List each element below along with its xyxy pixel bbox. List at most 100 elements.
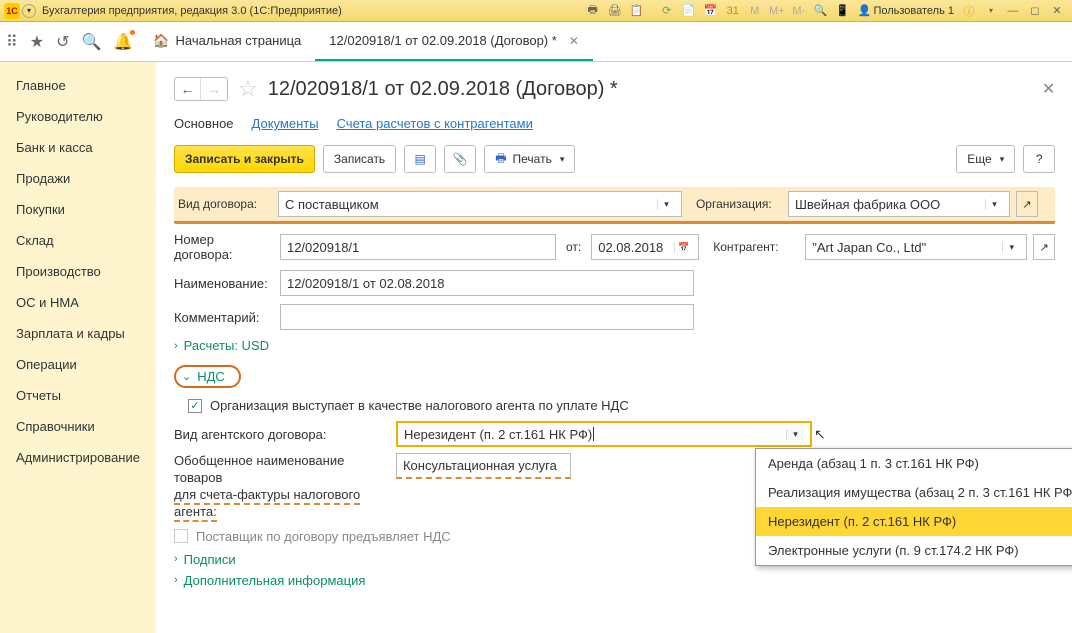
chevron-down-icon[interactable]: ▾ (657, 199, 675, 210)
info-icon[interactable]: ⓘ (960, 2, 978, 20)
sidebar-item-7[interactable]: ОС и НМА (0, 287, 156, 318)
sidebar-item-3[interactable]: Продажи (0, 163, 156, 194)
history-icon[interactable]: ↺ (56, 32, 69, 52)
close-window-icon[interactable]: ✕ (1048, 2, 1066, 20)
m-plus-icon[interactable]: M+ (768, 2, 786, 20)
name-field[interactable]: 12/020918/1 от 02.08.2018 (280, 270, 694, 296)
bell-icon[interactable]: 🔔 (113, 32, 133, 52)
app-title: Бухгалтерия предприятия, редакция 3.0 (1… (42, 5, 342, 17)
org-field[interactable]: Швейная фабрика ООО ▾ (788, 191, 1010, 217)
user-menu[interactable]: 👤 Пользователь 1 (858, 4, 954, 17)
tab-document[interactable]: 12/020918/1 от 02.09.2018 (Договор) * ✕ (315, 22, 593, 61)
calendar-icon[interactable]: 📅 (702, 2, 720, 20)
star-icon[interactable]: ★ (30, 32, 44, 52)
tab-close-icon[interactable]: ✕ (569, 34, 579, 48)
search-icon[interactable]: 🔍 (81, 32, 101, 52)
attach-button[interactable]: 📎 (444, 145, 476, 173)
dropdown-option-1[interactable]: Реализация имущества (абзац 2 п. 3 ст.16… (756, 478, 1072, 507)
sidebar-item-1[interactable]: Руководителю (0, 101, 156, 132)
save-close-button[interactable]: Записать и закрыть (174, 145, 315, 173)
dropdown-option-0[interactable]: Аренда (абзац 1 п. 3 ст.161 НК РФ) (756, 449, 1072, 478)
tab-home[interactable]: 🏠 Начальная страница (139, 22, 315, 61)
nav-back-button[interactable]: ← (175, 78, 201, 100)
clipboard-icon[interactable]: 📋 (628, 2, 646, 20)
number-value: 12/020918/1 (287, 240, 359, 255)
chevron-down-icon[interactable]: ▾ (1002, 242, 1020, 253)
agent-type-field[interactable]: Нерезидент (п. 2 ст.161 НК РФ) ▾ (396, 421, 812, 447)
document-icon: ▤ (415, 152, 426, 166)
sidebar-item-5[interactable]: Склад (0, 225, 156, 256)
agent-type-value: Нерезидент (п. 2 ст.161 НК РФ) (404, 427, 592, 442)
chevron-right-icon: › (174, 553, 178, 565)
subnav-docs[interactable]: Документы (252, 116, 319, 131)
tax-agent-checkbox-row[interactable]: ✓ Организация выступает в качестве налог… (188, 398, 1055, 413)
date-icon[interactable]: 31 (724, 2, 742, 20)
section-additional[interactable]: › Дополнительная информация (174, 573, 1055, 588)
app-logo: 1С (4, 3, 20, 19)
sidebar-item-9[interactable]: Операции (0, 349, 156, 380)
print-button[interactable]: 🖶Печать▾ (484, 145, 575, 173)
help-button[interactable]: ? (1023, 145, 1055, 173)
close-page-icon[interactable]: ✕ (1042, 79, 1055, 99)
dropdown-option-3[interactable]: Электронные услуги (п. 9 ст.174.2 НК РФ) (756, 536, 1072, 565)
sidebar-item-11[interactable]: Справочники (0, 411, 156, 442)
org-value: Швейная фабрика ООО (795, 197, 940, 212)
number-label: Номер договора: (174, 232, 274, 262)
maximize-icon[interactable]: ◻ (1026, 2, 1044, 20)
favorite-star-icon[interactable]: ☆ (238, 76, 258, 102)
subnav-main[interactable]: Основное (174, 116, 234, 131)
org-open-button[interactable]: ↗ (1016, 191, 1038, 217)
counterparty-open-button[interactable]: ↗ (1033, 234, 1055, 260)
calendar-icon[interactable]: 📅 (674, 242, 692, 253)
sidebar-item-6[interactable]: Производство (0, 256, 156, 287)
sidebar-item-8[interactable]: Зарплата и кадры (0, 318, 156, 349)
info-dropdown-icon[interactable]: ▾ (982, 2, 1000, 20)
subnav: Основное Документы Счета расчетов с конт… (174, 116, 1055, 131)
m-minus-icon[interactable]: M- (790, 2, 808, 20)
dropdown-option-2[interactable]: Нерезидент (п. 2 ст.161 НК РФ) (756, 507, 1072, 536)
section-vat[interactable]: ⌄ НДС (174, 365, 241, 388)
comment-field[interactable] (280, 304, 694, 330)
chevron-down-icon[interactable]: ▾ (786, 429, 804, 440)
nav-forward-button[interactable]: → (201, 78, 227, 100)
doc1-icon[interactable]: 📄 (680, 2, 698, 20)
calc-icon[interactable]: 📱 (834, 2, 852, 20)
supplier-vat-label: Поставщик по договору предъявляет НДС (196, 529, 451, 544)
counterparty-field[interactable]: "Art Japan Co., Ltd" ▾ (805, 234, 1027, 260)
sidebar-item-4[interactable]: Покупки (0, 194, 156, 225)
apps-icon[interactable]: ⠿ (6, 32, 18, 52)
refresh-icon[interactable]: ⟳ (658, 2, 676, 20)
minimize-icon[interactable]: ― (1004, 2, 1022, 20)
save-button[interactable]: Записать (323, 145, 396, 173)
home-icon: 🏠 (153, 33, 169, 49)
sidebar-item-2[interactable]: Банк и касса (0, 132, 156, 163)
contract-type-field[interactable]: С поставщиком ▾ (278, 191, 682, 217)
chevron-right-icon: › (174, 340, 178, 352)
generic-name-field[interactable]: Консультационная услуга (396, 453, 571, 479)
checkbox-checked-icon[interactable]: ✓ (188, 399, 202, 413)
zoom-icon[interactable]: 🔍 (812, 2, 830, 20)
sidebar: Главное Руководителю Банк и касса Продаж… (0, 62, 156, 633)
chevron-down-icon: ⌄ (182, 370, 191, 383)
date-field[interactable]: 02.08.2018 📅 (591, 234, 699, 260)
section-settlements[interactable]: › Расчеты: USD (174, 338, 1055, 353)
more-button[interactable]: Еще▾ (956, 145, 1015, 173)
sidebar-item-10[interactable]: Отчеты (0, 380, 156, 411)
sidebar-item-0[interactable]: Главное (0, 70, 156, 101)
checkbox-unchecked-icon (174, 529, 188, 543)
nav-buttons: ← → (174, 77, 228, 101)
chevron-down-icon[interactable]: ▾ (985, 199, 1003, 210)
titlebar: 1С ▾ Бухгалтерия предприятия, редакция 3… (0, 0, 1072, 22)
sidebar-item-12[interactable]: Администрирование (0, 442, 156, 473)
agent-type-dropdown: Аренда (абзац 1 п. 3 ст.161 НК РФ) Реали… (755, 448, 1072, 566)
document-icon-button[interactable]: ▤ (404, 145, 436, 173)
print-icon[interactable]: 🖶 (584, 2, 602, 20)
agent-type-label: Вид агентского договора: (174, 427, 396, 442)
app-menu-dropdown[interactable]: ▾ (22, 4, 36, 18)
cursor-icon: ↖ (814, 426, 826, 443)
printer-icon[interactable]: 🖨 (606, 2, 624, 20)
subnav-accounts[interactable]: Счета расчетов с контрагентами (337, 116, 533, 131)
m-memory-icon[interactable]: M (746, 2, 764, 20)
user-icon: 👤 (858, 4, 872, 17)
number-field[interactable]: 12/020918/1 (280, 234, 556, 260)
